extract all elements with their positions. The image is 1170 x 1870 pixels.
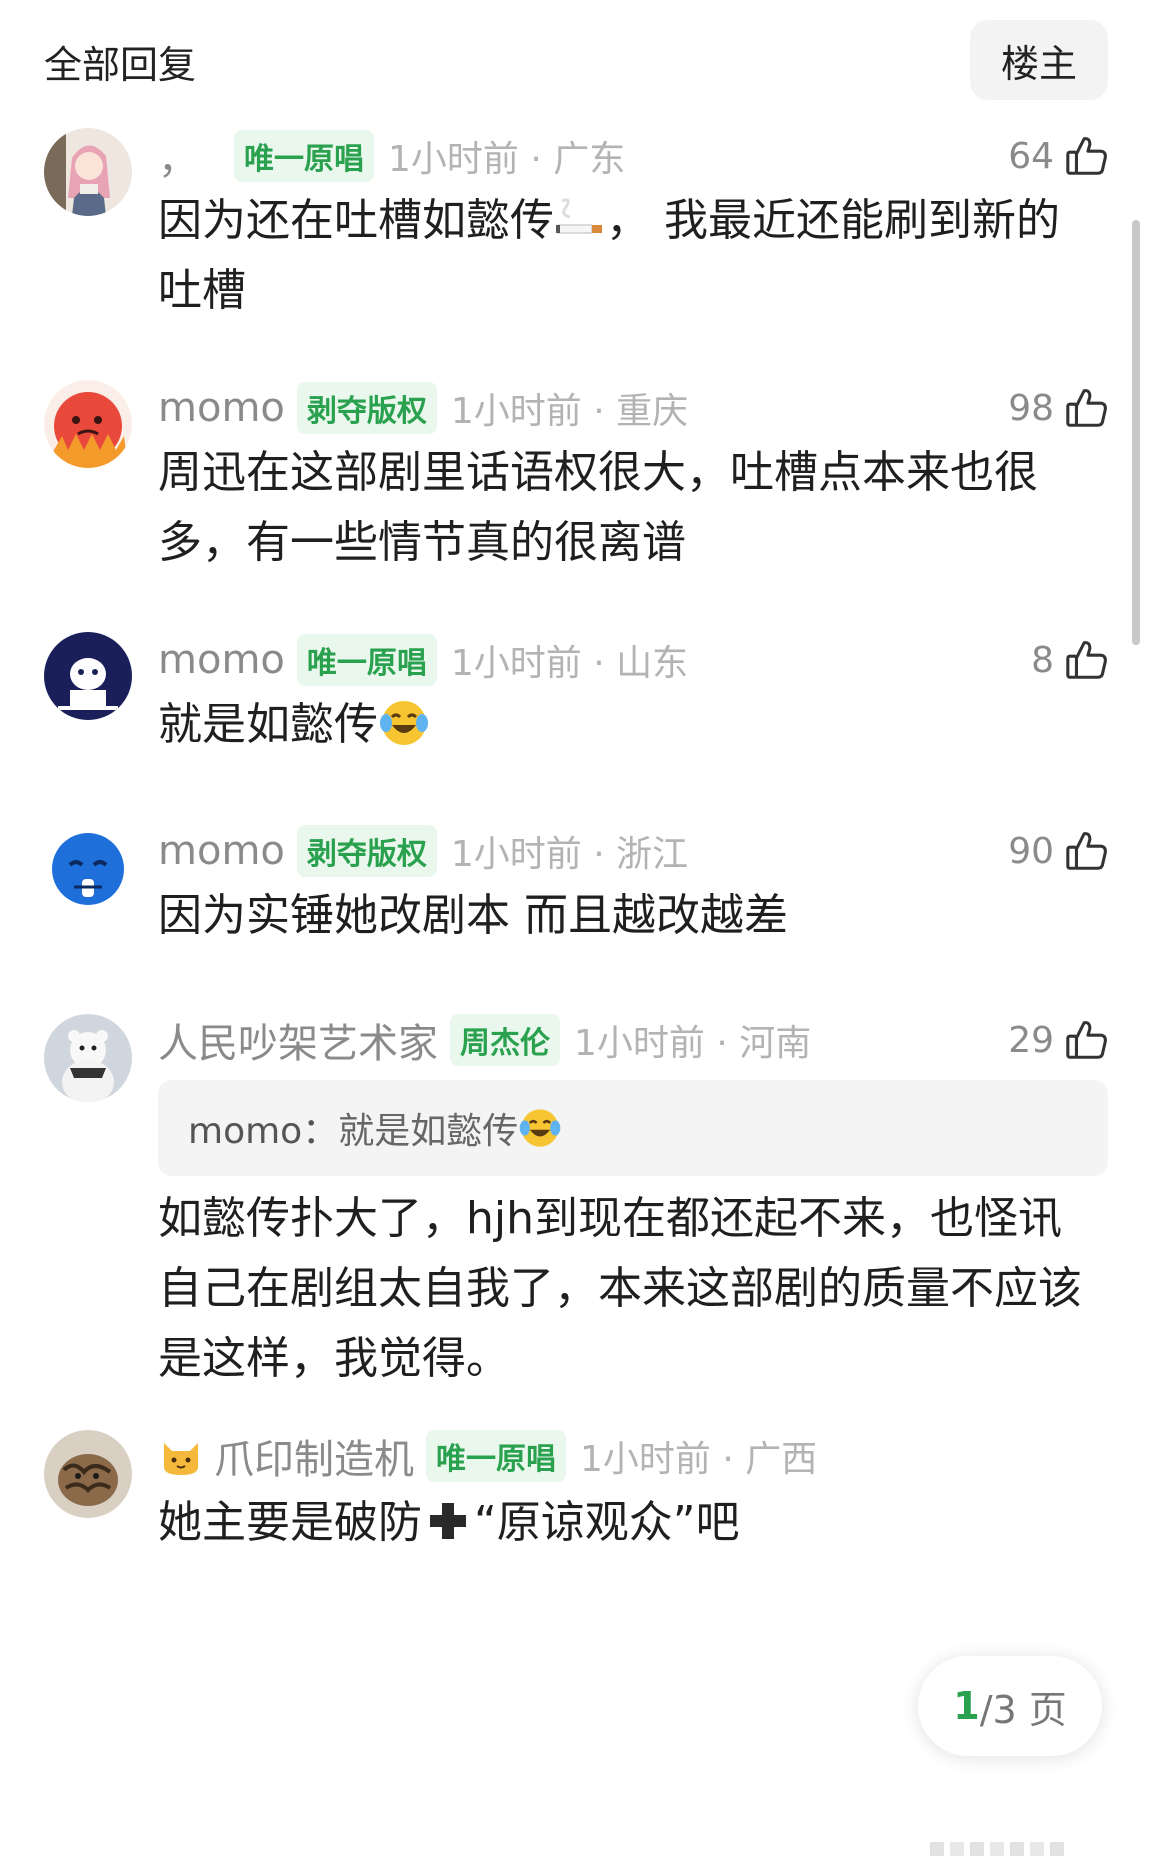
page-indicator[interactable]: 1/3 页 bbox=[918, 1656, 1102, 1756]
comment-text: 她主要是破防 “原谅观众”吧 bbox=[158, 1488, 1098, 1558]
user-badge: 周杰伦 bbox=[450, 1014, 560, 1066]
avatar[interactable] bbox=[44, 1430, 132, 1518]
thumbs-up-icon bbox=[1064, 637, 1110, 683]
thumbs-up-icon bbox=[1064, 133, 1110, 179]
laughing-tears-emoji bbox=[378, 697, 430, 749]
comment-text: 周迅在这部剧里话语权很大，吐槽点本来也很多，有一些情节真的很离谱 bbox=[158, 447, 1038, 568]
like-button[interactable]: 64 bbox=[1008, 128, 1110, 184]
thumbs-up-icon bbox=[1064, 828, 1110, 874]
comment-text: 因为还在吐槽如懿传， 我最近还能刷到新的吐槽 bbox=[158, 186, 1098, 326]
thumbs-up-icon bbox=[1064, 1017, 1110, 1063]
avatar[interactable] bbox=[44, 632, 132, 720]
avatar[interactable] bbox=[44, 128, 132, 216]
like-count: 98 bbox=[1008, 387, 1054, 429]
time-location: 1小时前 · 重庆 bbox=[450, 391, 689, 432]
like-button[interactable]: 98 bbox=[1008, 380, 1110, 436]
watermark bbox=[930, 1842, 1064, 1856]
comment-reply-page: 全部回复 楼主 ， 唯一原唱 1小时前 · 广东 64 因为还在吐槽如懿传 ， … bbox=[0, 0, 1170, 1870]
like-count: 29 bbox=[1008, 1019, 1054, 1061]
scrollbar[interactable] bbox=[1132, 220, 1140, 645]
comment-text: 就是如懿传 bbox=[158, 690, 1098, 760]
heavy-plus-emoji bbox=[422, 1495, 474, 1547]
time-location: 1小时前 · 浙江 bbox=[450, 834, 689, 875]
like-count: 90 bbox=[1008, 830, 1054, 872]
comment-meta: ， 唯一原唱 1小时前 · 广东 bbox=[158, 128, 625, 184]
like-count: 64 bbox=[1008, 135, 1054, 177]
time-location: 1小时前 · 山东 bbox=[450, 643, 689, 684]
username[interactable]: 人民吵架艺术家 bbox=[158, 1011, 438, 1069]
time-location: 1小时前 · 河南 bbox=[574, 1023, 812, 1064]
comment-meta: 爪印制造机 唯一原唱 1小时前 · 广西 bbox=[158, 1428, 817, 1484]
username[interactable]: momo bbox=[158, 385, 285, 431]
user-badge: 唯一原唱 bbox=[296, 634, 437, 686]
comment-text-part: “原谅观众”吧 bbox=[474, 1497, 740, 1548]
page-title: 全部回复 bbox=[44, 43, 197, 87]
like-button[interactable]: 8 bbox=[1031, 632, 1110, 688]
like-count: 8 bbox=[1031, 639, 1054, 681]
user-badge: 唯一原唱 bbox=[234, 130, 374, 182]
username[interactable]: momo bbox=[158, 828, 285, 874]
total-pages: /3 页 bbox=[979, 1687, 1067, 1732]
user-badge: 剥夺版权 bbox=[296, 382, 437, 434]
username[interactable]: ， bbox=[158, 127, 198, 185]
user-badge: 唯一原唱 bbox=[426, 1430, 566, 1482]
avatar[interactable] bbox=[44, 380, 132, 468]
time-location: 1小时前 · 广东 bbox=[388, 139, 626, 180]
comment-text-part: 因为还在吐槽如懿传 bbox=[158, 195, 554, 246]
comment-meta: momo 唯一原唱 1小时前 · 山东 bbox=[158, 632, 688, 688]
user-badge: 剥夺版权 bbox=[296, 825, 437, 877]
avatar[interactable] bbox=[44, 1014, 132, 1102]
avatar[interactable] bbox=[44, 825, 132, 913]
quoted-reply[interactable]: momo： 就是如懿传 bbox=[158, 1080, 1108, 1176]
comment-meta: momo 剥夺版权 1小时前 · 浙江 bbox=[158, 823, 688, 879]
like-button[interactable]: 29 bbox=[1008, 1012, 1110, 1068]
header: 全部回复 楼主 bbox=[0, 0, 1170, 120]
laughing-tears-emoji bbox=[518, 1106, 562, 1150]
username[interactable]: momo bbox=[158, 637, 285, 683]
comment-text-part: 就是如懿传 bbox=[158, 699, 378, 750]
quote-text: 就是如懿传 bbox=[338, 1111, 519, 1152]
like-button[interactable]: 90 bbox=[1008, 823, 1110, 879]
comment-text: 因为实锤她改剧本 而且越改越差 bbox=[158, 890, 788, 941]
comment-text: 如懿传扑大了，hjh到现在都还起不来，也怪讯自己在剧组太自我了，本来这部剧的质量… bbox=[158, 1193, 1082, 1384]
cigarette-emoji bbox=[554, 193, 606, 245]
comment-meta: momo 剥夺版权 1小时前 · 重庆 bbox=[158, 380, 688, 436]
current-page: 1 bbox=[953, 1684, 980, 1728]
op-only-button[interactable]: 楼主 bbox=[970, 20, 1108, 100]
thumbs-up-icon bbox=[1064, 385, 1110, 431]
comment-meta: 人民吵架艺术家 周杰伦 1小时前 · 河南 bbox=[158, 1012, 811, 1068]
username[interactable]: 爪印制造机 bbox=[214, 1427, 414, 1485]
comment-text-part: 她主要是破防 bbox=[158, 1497, 422, 1548]
quote-author: momo： bbox=[188, 1111, 339, 1152]
time-location: 1小时前 · 广西 bbox=[580, 1439, 818, 1480]
cat-emoji bbox=[158, 1433, 204, 1479]
